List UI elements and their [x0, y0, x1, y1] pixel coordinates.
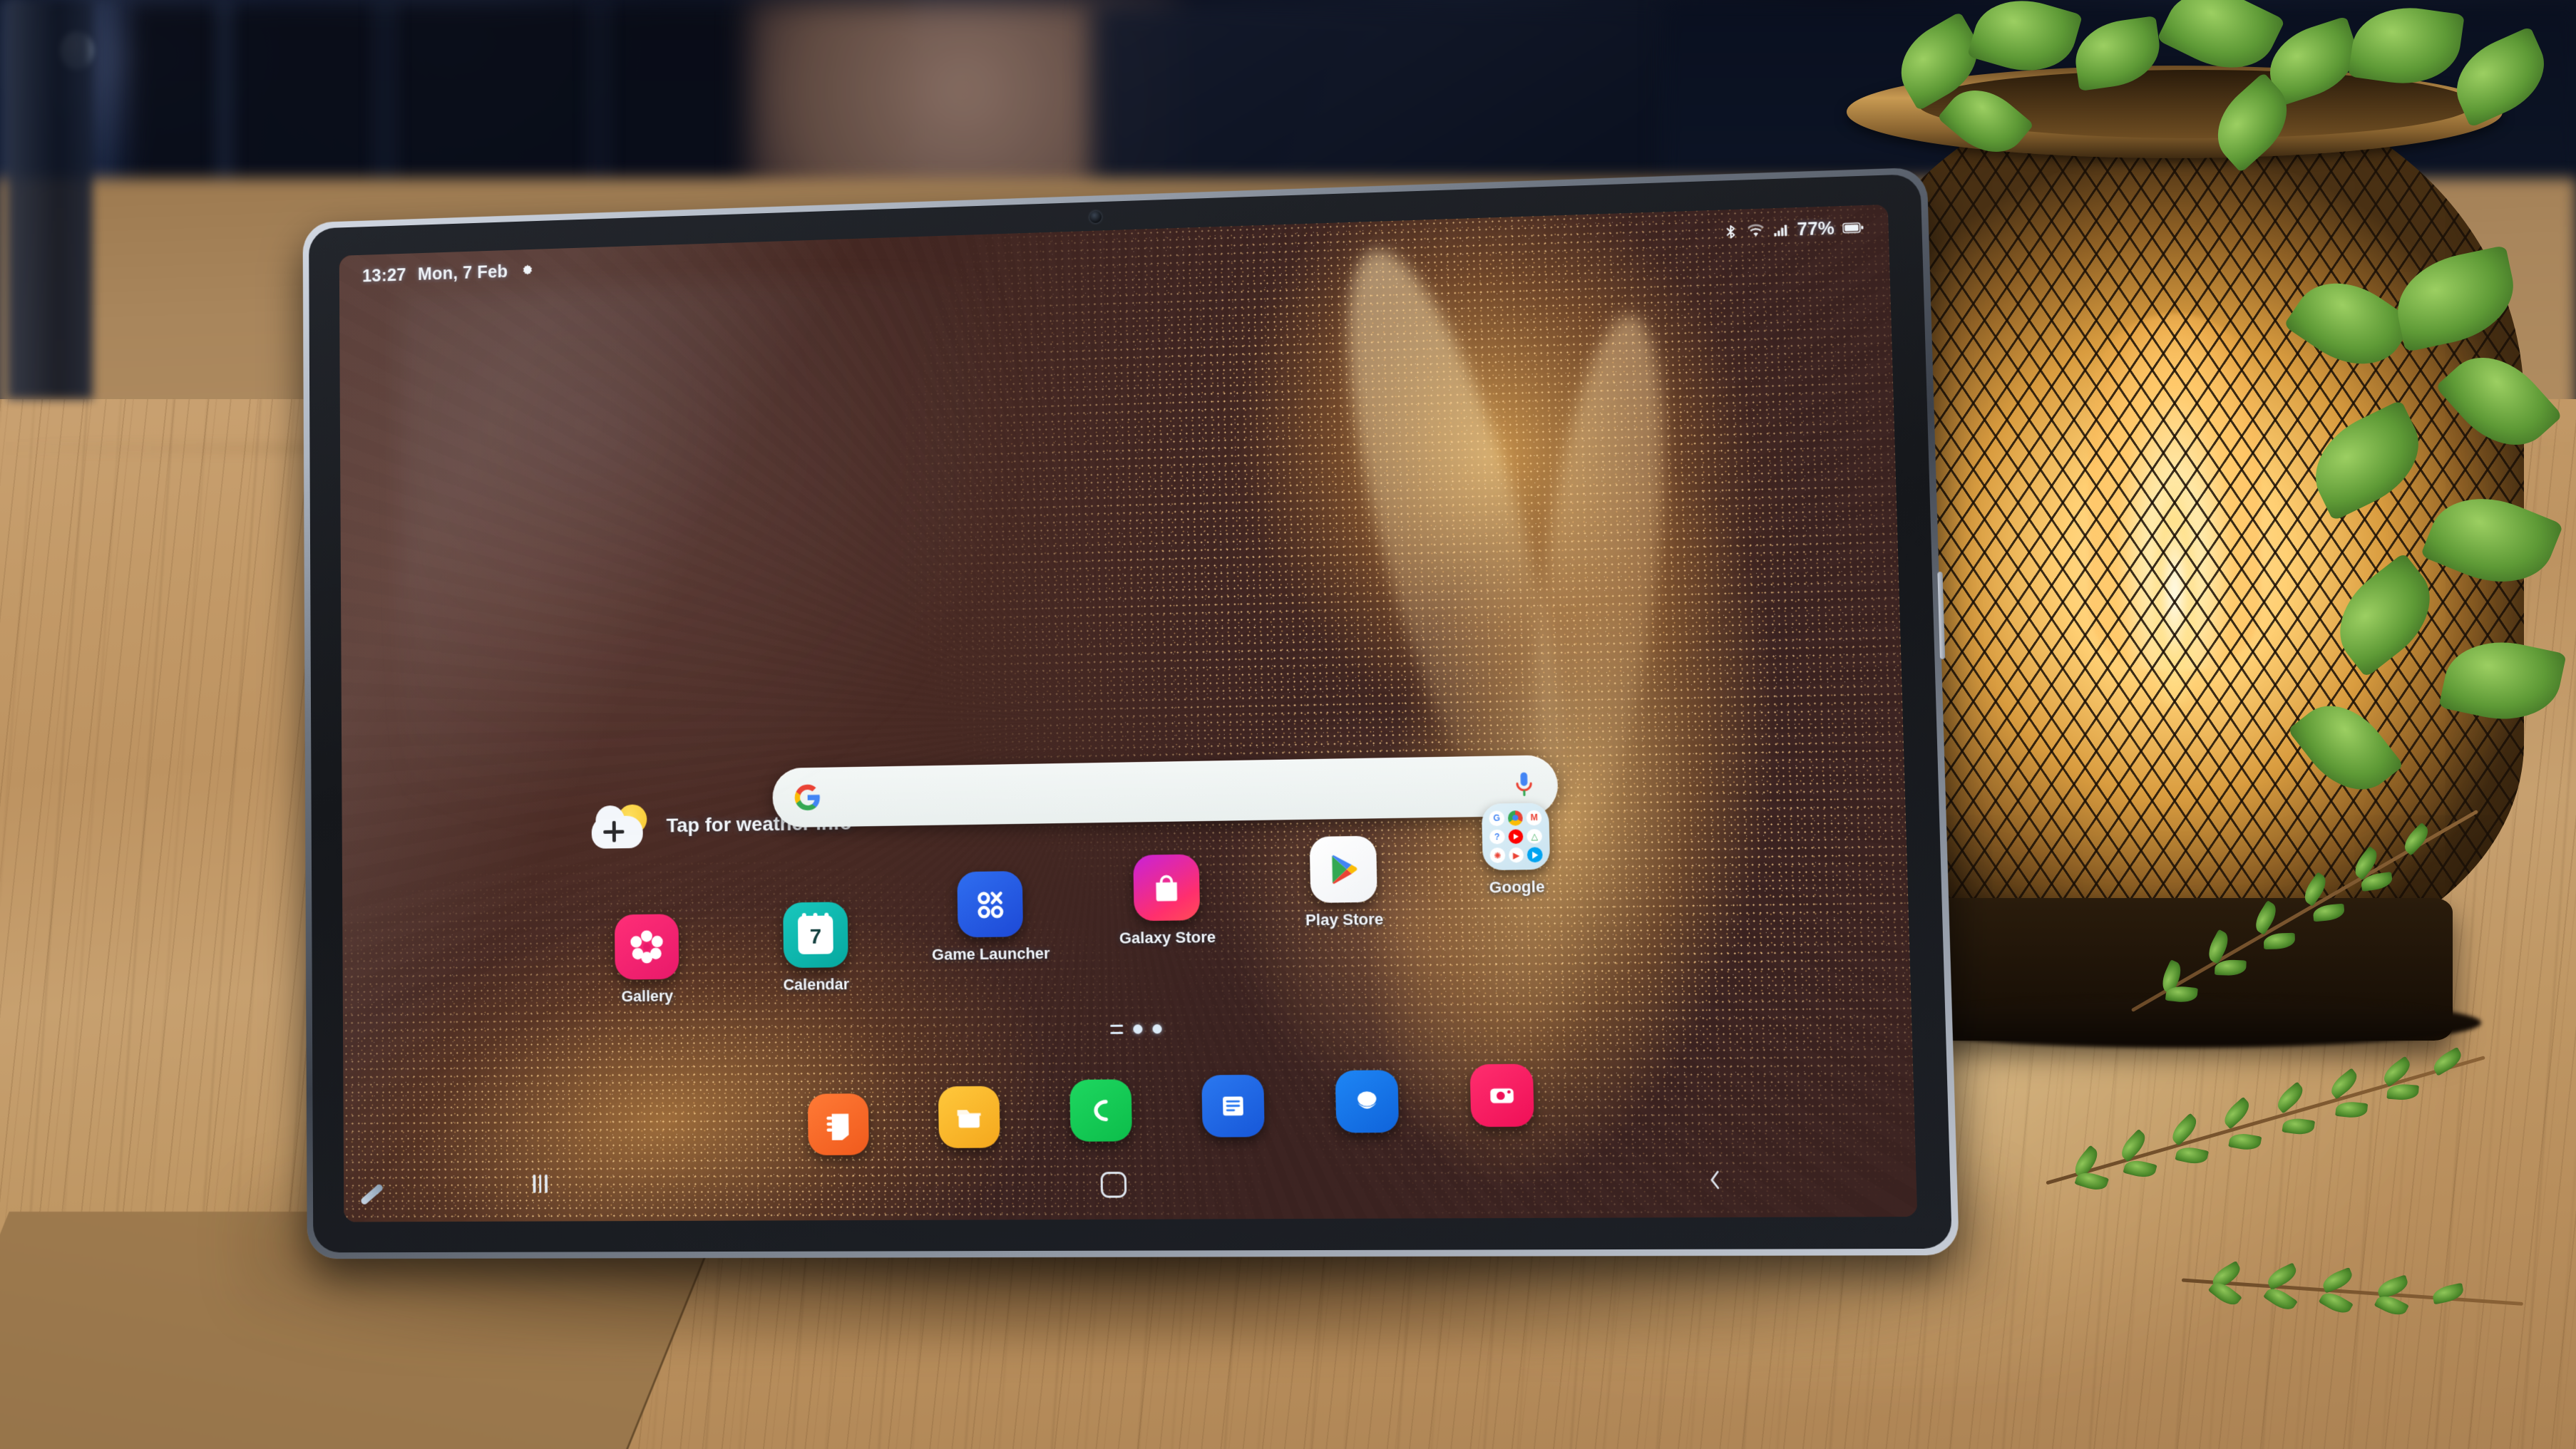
messages-icon[interactable] [1202, 1075, 1266, 1138]
google-folder-icon: G M ? △ ✺ ▶ [1482, 803, 1550, 870]
galaxy-store-icon [1133, 854, 1200, 921]
folder-item-photos: ✺ [1489, 848, 1505, 863]
battery-percent: 77% [1797, 218, 1834, 240]
plant-right-upper [2267, 257, 2576, 898]
status-bar-left: 13:27 Mon, 7 Feb [362, 261, 535, 287]
wallpaper-particles [339, 205, 1918, 1222]
page-dot[interactable] [1133, 1024, 1142, 1033]
microphone-icon[interactable] [1514, 771, 1536, 800]
dock [807, 1065, 1534, 1149]
wallpaper-wisp-3 [1139, 639, 1680, 1215]
status-date: Mon, 7 Feb [418, 262, 508, 284]
app-gallery[interactable]: Gallery [584, 914, 710, 1006]
files-icon[interactable] [938, 1086, 1000, 1148]
app-google-folder[interactable]: G M ? △ ✺ ▶ Google [1449, 803, 1584, 898]
calendar-icon: 7 [783, 902, 848, 968]
folder-item-chrome [1508, 810, 1524, 825]
app-play-store[interactable]: Play Store [1278, 835, 1410, 930]
status-time: 13:27 [362, 265, 406, 287]
bluetooth-icon [1723, 224, 1739, 240]
folder-item-meet [1527, 847, 1543, 862]
folder-item-google: G [1489, 810, 1504, 825]
page-indicator[interactable] [1110, 1024, 1162, 1034]
back-icon[interactable] [1707, 1169, 1724, 1191]
tablet-device: 13:27 Mon, 7 Feb 77% Tap for weather inf… [303, 167, 1959, 1259]
folder-preview-grid: G M ? △ ✺ ▶ [1489, 810, 1542, 863]
folder-item-play-movies: ▶ [1509, 847, 1524, 862]
app-label: Gallery [585, 986, 710, 1006]
folder-item-gmail: M [1526, 810, 1542, 825]
navigation-bar [344, 1152, 1917, 1217]
cloud-sun-plus-icon [591, 804, 648, 848]
spen-indicator-icon [360, 1183, 384, 1206]
app-label: Calendar [753, 975, 880, 995]
folder-item-youtube [1508, 829, 1524, 844]
battery-icon [1842, 222, 1863, 234]
folder-item-drive: △ [1526, 829, 1542, 844]
gear-icon[interactable] [519, 263, 535, 279]
play-store-icon [1310, 836, 1377, 903]
home-icon[interactable] [1100, 1172, 1127, 1198]
wallpaper-wisp-1 [1305, 231, 1607, 862]
app-game-launcher[interactable]: Game Launcher [926, 870, 1055, 964]
recents-icon[interactable] [533, 1175, 547, 1193]
app-label: Google [1451, 877, 1583, 897]
status-bar-right: 77% [1723, 217, 1864, 243]
camera-icon[interactable] [1469, 1064, 1534, 1128]
wallpaper [339, 205, 1918, 1222]
wallpaper-swirl-2 [1205, 343, 1917, 1222]
wallpaper-wisp-2 [1512, 309, 1686, 857]
google-search-bar[interactable] [772, 755, 1559, 827]
game-launcher-icon [957, 871, 1023, 937]
calendar-day: 7 [810, 926, 822, 947]
folder-item-assistant: ? [1489, 829, 1505, 844]
internet-icon[interactable] [1335, 1070, 1400, 1133]
tablet-screen[interactable]: 13:27 Mon, 7 Feb 77% Tap for weather inf… [339, 205, 1918, 1222]
app-grid: Gallery 7 Calendar Game Launcher Galaxy … [584, 845, 1748, 1038]
notes-icon[interactable] [808, 1093, 869, 1155]
home-page-icon[interactable] [1110, 1025, 1123, 1034]
photo-scene: 13:27 Mon, 7 Feb 77% Tap for weather inf… [0, 0, 2576, 1449]
app-calendar[interactable]: 7 Calendar [752, 902, 880, 995]
page-dot[interactable] [1152, 1024, 1161, 1033]
phone-icon[interactable] [1069, 1079, 1132, 1142]
gallery-icon [615, 914, 679, 979]
background-pole [7, 0, 93, 399]
google-g-icon [794, 783, 822, 812]
fern-foreground [2046, 927, 2576, 1440]
